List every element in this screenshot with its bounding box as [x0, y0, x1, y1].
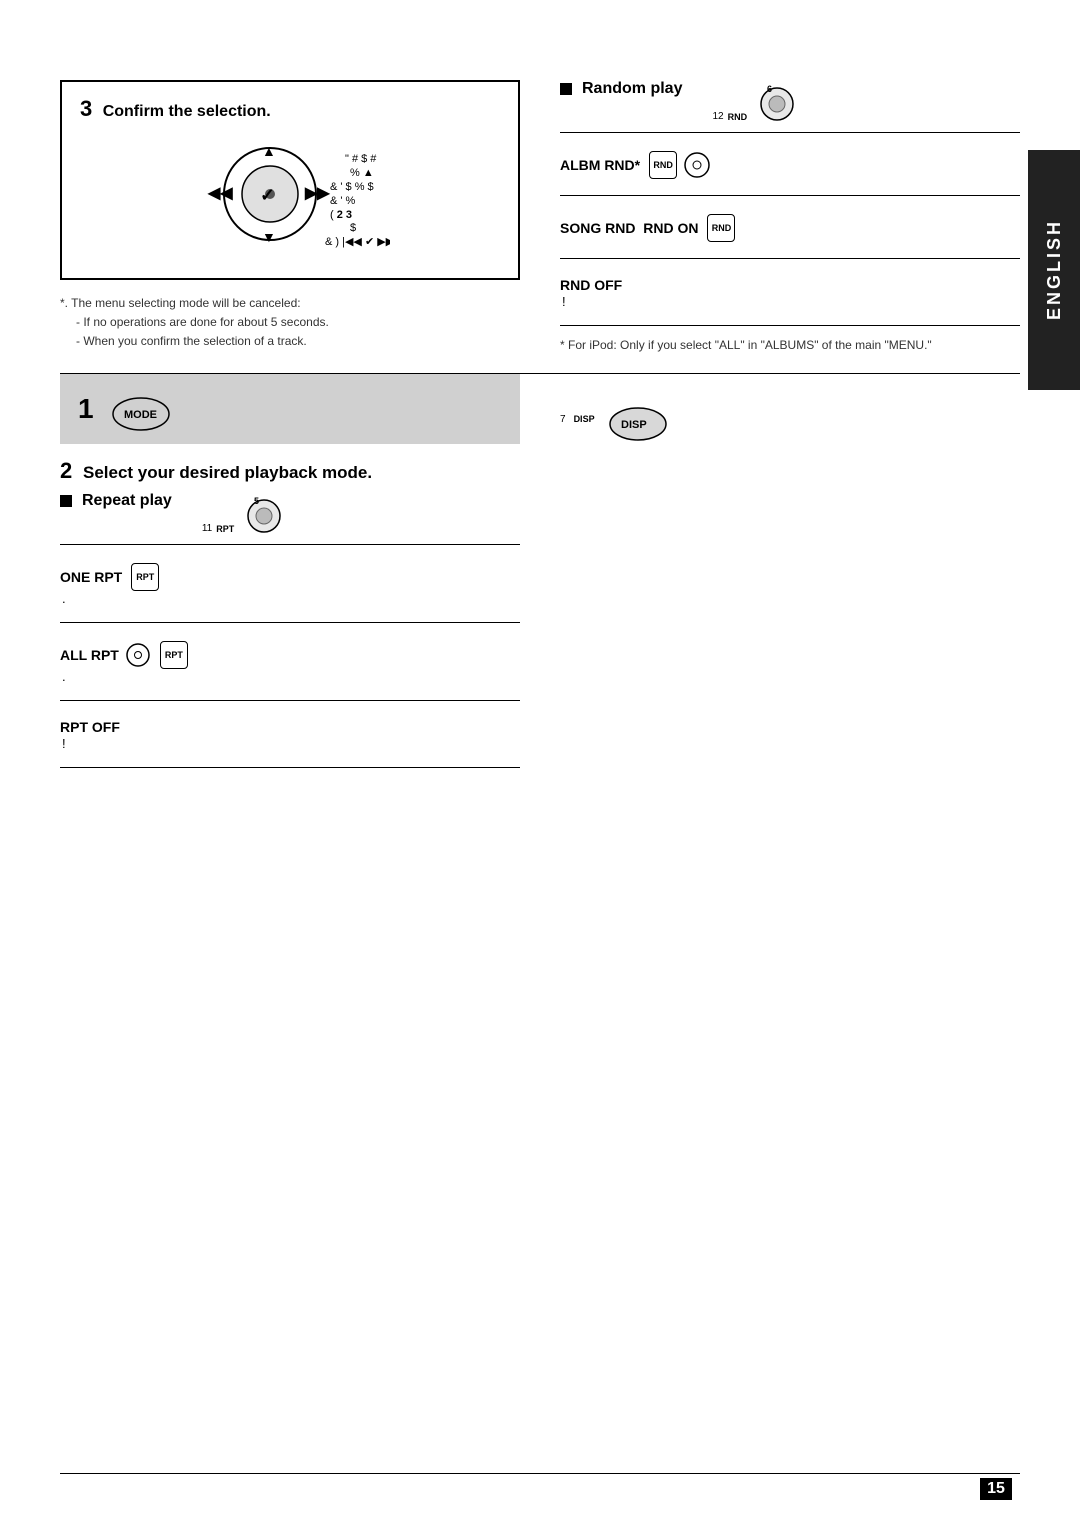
all-rpt-disc-icon — [125, 642, 151, 668]
bottom-line — [60, 1473, 1020, 1474]
step1-section: 1 MODE — [60, 374, 520, 444]
rpt-btn-label-small: RPT — [216, 524, 234, 534]
step3-num: 3 — [80, 96, 92, 121]
all-rpt-desc: . — [62, 669, 520, 684]
confirm-box: 3 Confirm the selection. ◀◀ — [60, 80, 520, 280]
svg-text:MODE: MODE — [124, 409, 157, 421]
all-rpt-option: ALL RPT RPT . — [60, 633, 520, 690]
song-rnd-option: SONG RND RND ON RND — [560, 206, 1020, 248]
rnd-badge-albm: RND — [649, 151, 677, 179]
divider2 — [560, 195, 1020, 196]
select-playback-label: Select your desired playback mode. — [83, 463, 372, 482]
rpt-off-option: RPT OFF ! — [60, 711, 520, 757]
song-rnd-label: SONG RND RND ON — [560, 220, 698, 236]
divider4 — [560, 325, 1020, 326]
rnd-btn-num: 12 — [712, 111, 723, 122]
rpt-off-desc: ! — [62, 736, 66, 751]
divider1 — [560, 132, 1020, 133]
rpt-badge-all: RPT — [160, 641, 188, 669]
rnd-btn-label-small: RND — [728, 112, 748, 122]
albm-rnd-label: ALBM RND* — [560, 157, 640, 173]
disp-btn-num: 7 — [560, 414, 566, 425]
svg-text:( 2 3: ( 2 3 — [330, 209, 352, 221]
rnd-off-desc: ! — [562, 294, 566, 309]
one-rpt-desc: . — [62, 591, 520, 606]
svg-text:5: 5 — [254, 496, 259, 506]
svg-text:& ) |◀◀ ✔ ▶▶|▲ $ *+: & ) |◀◀ ✔ ▶▶|▲ $ *+ — [325, 236, 390, 248]
one-rpt-label: ONE RPT — [60, 569, 122, 585]
disp-btn-svg: DISP — [603, 394, 673, 444]
svg-text:✓: ✓ — [260, 185, 275, 205]
one-rpt-option: ONE RPT RPT . — [60, 555, 520, 612]
svg-text:▼: ▼ — [262, 229, 276, 245]
rnd-btn-svg: 6 — [751, 80, 803, 122]
footnote1a: - If no operations are done for about 5 … — [76, 313, 520, 332]
rpt-divider2 — [60, 622, 520, 623]
step2-section: 2 Select your desired playback mode. — [60, 458, 520, 484]
rpt-divider4 — [60, 767, 520, 768]
rnd-off-option: RND OFF ! — [560, 269, 1020, 315]
footnote1b: - When you confirm the selection of a tr… — [76, 332, 520, 351]
footnote-section: *. The menu selecting mode will be cance… — [60, 294, 520, 352]
english-sidebar: ENGLISH — [1028, 150, 1080, 390]
svg-text:" # $ #: " # $ # — [345, 153, 377, 165]
repeat-bullet — [60, 495, 72, 507]
rpt-btn-num: 11 — [202, 523, 212, 534]
col-left-bottom: 1 MODE 2 Select your desired playback mo… — [60, 374, 520, 778]
svg-text:DISP: DISP — [621, 419, 647, 431]
svg-text:▲: ▲ — [262, 143, 276, 159]
random-bullet — [560, 83, 572, 95]
divider3 — [560, 258, 1020, 259]
rpt-button-illustration: 11 RPT 5 — [202, 492, 290, 534]
svg-text:$: $ — [350, 222, 356, 234]
knob-illustration: ◀◀ ▶▶ ▲ ▼ ✓ " # $ # % ▲ & ' $ % $ — [80, 134, 500, 254]
svg-text:% ▲: % ▲ — [350, 167, 374, 179]
rpt-divider1 — [60, 544, 520, 545]
step1-num: 1 — [78, 393, 94, 425]
rpt-badge-one: RPT — [131, 563, 159, 591]
page-container: ENGLISH 3 Confirm the selection. — [0, 0, 1080, 1528]
col-right-bottom: 7 DISP DISP — [560, 374, 1020, 778]
col-left-top: 3 Confirm the selection. ◀◀ — [60, 80, 520, 355]
disp-btn-label-small: DISP — [574, 414, 595, 424]
top-section: 3 Confirm the selection. ◀◀ — [60, 80, 1020, 355]
language-label: ENGLISH — [1044, 219, 1065, 320]
cd-icon — [683, 151, 711, 179]
page-number: 15 — [980, 1478, 1012, 1500]
rnd-button-illustration: 12 RND 6 — [712, 80, 803, 122]
disp-section: 7 DISP DISP — [560, 394, 1020, 444]
all-rpt-label: ALL RPT — [60, 647, 119, 663]
svg-text:▶▶: ▶▶ — [304, 185, 330, 202]
repeat-play-header: Repeat play 11 RPT 5 — [60, 492, 520, 534]
mode-btn-svg: MODE — [106, 386, 176, 432]
svg-text:& ' $ % $: & ' $ % $ — [330, 181, 374, 193]
rnd-off-label: RND OFF — [560, 277, 622, 293]
rnd-badge-song: RND — [707, 214, 735, 242]
bottom-section: 1 MODE 2 Select your desired playback mo… — [60, 374, 1020, 778]
step2-num: 2 — [60, 458, 72, 483]
step3-title: 3 Confirm the selection. — [80, 96, 500, 122]
albm-rnd-option: ALBM RND* RND — [560, 143, 1020, 185]
knob-svg: ◀◀ ▶▶ ▲ ▼ ✓ " # $ # % ▲ & ' $ % $ — [190, 134, 390, 254]
rpt-btn-svg: 5 — [238, 492, 290, 534]
svg-text:◀◀: ◀◀ — [207, 185, 233, 202]
repeat-play-label: Repeat play — [82, 492, 172, 510]
footnote1: *. The menu selecting mode will be cance… — [60, 294, 520, 313]
random-play-header: Random play 12 RND 6 — [560, 80, 1020, 122]
rnd-footnote: * For iPod: Only if you select "ALL" in … — [560, 336, 1020, 355]
random-play-label: Random play — [582, 80, 682, 98]
rpt-off-label: RPT OFF — [60, 719, 120, 735]
svg-text:6: 6 — [767, 84, 772, 94]
svg-text:& ' %: & ' % — [330, 195, 356, 207]
rpt-divider3 — [60, 700, 520, 701]
random-play-section: Random play 12 RND 6 — [560, 80, 1020, 355]
col-right-top: Random play 12 RND 6 — [560, 80, 1020, 355]
